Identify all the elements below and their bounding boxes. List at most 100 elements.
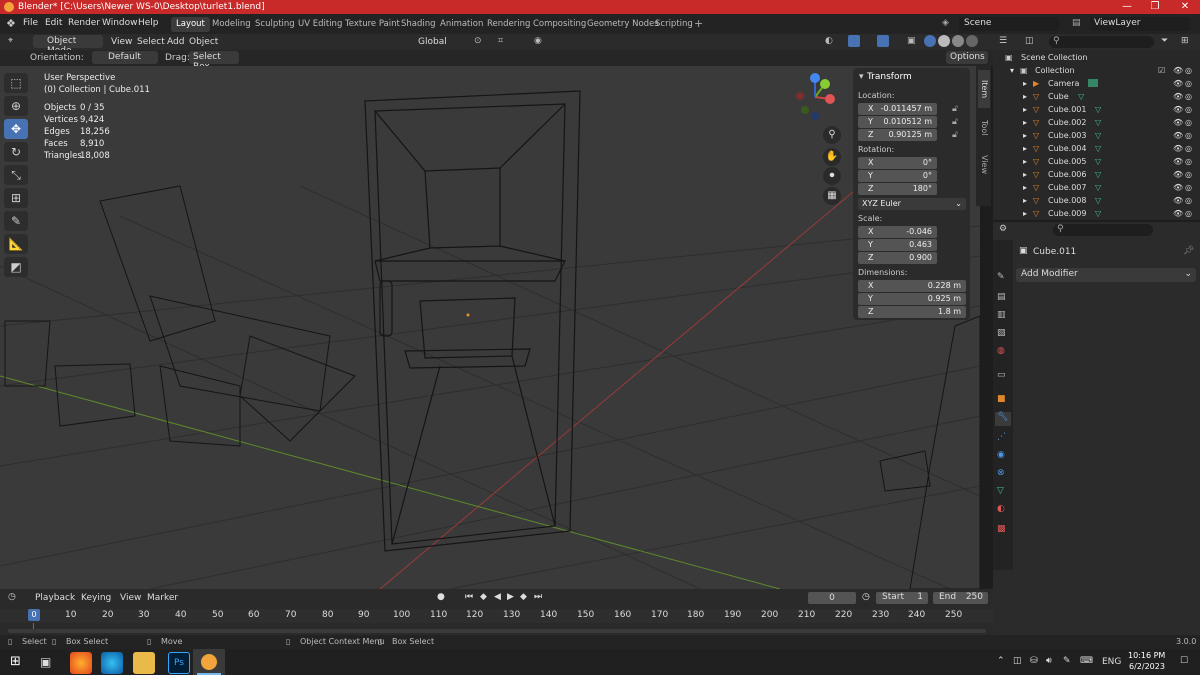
tray-chevron-icon[interactable]: ⌃: [997, 656, 1005, 666]
properties-editor-icon[interactable]: ⚙: [999, 224, 1007, 234]
snap-icon[interactable]: ⌗: [498, 36, 503, 46]
rendered-shading-icon[interactable]: [966, 35, 978, 47]
task-view-icon[interactable]: ▣: [40, 655, 51, 669]
outliner-scene-collection[interactable]: ▣ Scene Collection: [993, 51, 1200, 64]
end-frame-field[interactable]: End 250: [933, 592, 988, 604]
gizmo-toggle-icon[interactable]: [848, 35, 860, 47]
modifier-tab-icon[interactable]: 🔧︎: [995, 412, 1011, 426]
editor-type-icon[interactable]: ⌖: [8, 36, 13, 46]
tab-animation[interactable]: Animation: [435, 17, 488, 32]
outliner-item[interactable]: ▸ ▽ Cube.001 ▽ 👁︎ ◎: [993, 103, 1200, 116]
object-tab-icon[interactable]: ■: [997, 394, 1006, 404]
scene-name-field[interactable]: Scene: [964, 18, 991, 28]
timeline-menu-keying[interactable]: Keying: [81, 593, 111, 603]
prev-keyframe-icon[interactable]: ◆: [480, 592, 487, 602]
blender-menu-icon[interactable]: ❖: [6, 17, 16, 30]
timeline-scrollbar[interactable]: [8, 629, 986, 633]
pin-icon[interactable]: 📌︎: [1183, 246, 1194, 256]
vp-menu-view[interactable]: View: [111, 37, 132, 47]
constraints-tab-icon[interactable]: ⊗: [997, 468, 1005, 478]
keyboard-icon[interactable]: ⌨: [1080, 656, 1093, 666]
particles-tab-icon[interactable]: ⋰: [997, 432, 1006, 442]
scale-z-field[interactable]: Z 0.900: [858, 252, 937, 264]
dimension-y-field[interactable]: Y 0.925 m: [858, 293, 966, 305]
jump-start-icon[interactable]: ⏮: [465, 592, 473, 602]
timeline-menu-playback[interactable]: Playback: [35, 593, 75, 603]
preview-range-icon[interactable]: ◷: [862, 592, 870, 602]
outliner-item[interactable]: ▸ ▽ Cube.005 ▽ 👁︎ ◎: [993, 155, 1200, 168]
navigation-gizmo[interactable]: [790, 72, 840, 122]
select-box-tool-icon[interactable]: ⬚: [4, 73, 28, 93]
timeline-menu-marker[interactable]: Marker: [147, 593, 178, 603]
xray-icon[interactable]: ▣: [907, 36, 916, 46]
rotation-y-field[interactable]: Y 0°: [858, 170, 937, 182]
tab-scripting[interactable]: Scripting: [650, 17, 698, 32]
display-mode-icon[interactable]: ◫: [1025, 36, 1034, 46]
next-keyframe-icon[interactable]: ◆: [520, 592, 527, 602]
add-modifier-button[interactable]: Add Modifier ⌄: [1016, 268, 1196, 282]
playhead[interactable]: 0: [28, 609, 40, 621]
outliner-editor-icon[interactable]: ☰: [999, 36, 1007, 46]
add-cube-tool-icon[interactable]: ◩: [4, 257, 28, 277]
rotate-tool-icon[interactable]: ↻: [4, 142, 28, 162]
tray-app-icon[interactable]: ◫: [1013, 656, 1022, 666]
volume-icon[interactable]: 🔊︎: [1046, 656, 1052, 666]
clock-time[interactable]: 10:16 PM: [1128, 651, 1165, 660]
ortho-grid-icon[interactable]: ▦: [823, 187, 841, 205]
frame-ruler[interactable]: 0 10 20 30 40 50 60 70 80 90 100 110 120…: [0, 609, 993, 623]
material-shading-icon[interactable]: [952, 35, 964, 47]
lock-icon[interactable]: 🔓︎: [952, 104, 958, 114]
outliner-item[interactable]: ▸ ▽ Cube.003 ▽ 👁︎ ◎: [993, 129, 1200, 142]
location-x-field[interactable]: X -0.011457 m: [858, 103, 937, 115]
tool-tab-icon[interactable]: ✎: [997, 272, 1005, 282]
lock-icon[interactable]: 🔓︎: [952, 130, 958, 140]
clock-date[interactable]: 6/2/2023: [1129, 662, 1165, 671]
camera-view-icon[interactable]: ⏺: [823, 167, 841, 185]
vp-menu-object[interactable]: Object: [189, 37, 218, 47]
orientation-dropdown[interactable]: Default: [108, 52, 141, 62]
menu-edit[interactable]: Edit: [45, 18, 62, 28]
zoom-icon[interactable]: ⚲: [823, 126, 841, 144]
options-dropdown[interactable]: Options: [950, 52, 985, 62]
minimize-button[interactable]: —: [1112, 0, 1142, 14]
scene-icon[interactable]: ◈: [942, 18, 949, 28]
figure-mesh[interactable]: [879, 315, 980, 589]
menu-file[interactable]: File: [23, 18, 38, 28]
outliner-item[interactable]: ▸ ▽ Cube.006 ▽ 👁︎ ◎: [993, 168, 1200, 181]
dimension-x-field[interactable]: X 0.228 m: [858, 280, 966, 292]
notifications-icon[interactable]: ☐: [1180, 656, 1188, 666]
outliner-item[interactable]: ▸ ▶ Camera 👁︎ ◎: [993, 77, 1200, 90]
tab-item[interactable]: Item: [978, 70, 990, 108]
data-tab-icon[interactable]: ▽: [997, 486, 1004, 496]
transform-orientation-dropdown[interactable]: Global: [418, 37, 447, 47]
maximize-button[interactable]: ❐: [1140, 0, 1170, 14]
properties-search-icon[interactable]: ⚲: [1057, 224, 1064, 234]
add-workspace-icon[interactable]: +: [694, 17, 703, 30]
visibility-icon[interactable]: ◐: [825, 36, 833, 46]
timeline-menu-view[interactable]: View: [120, 593, 141, 603]
outliner-search-icon[interactable]: ⚲: [1053, 36, 1060, 46]
timeline-editor-icon[interactable]: ◷: [8, 592, 16, 602]
view-layer-icon[interactable]: ▤: [1072, 18, 1081, 28]
scale-tool-icon[interactable]: ⤡: [4, 165, 28, 185]
3d-viewport[interactable]: ⬚ ⊕ ✥ ↻ ⤡ ⊞ ✎ 📐 ◩ User Perspective (0) C…: [0, 66, 980, 589]
firefox-icon[interactable]: [70, 652, 92, 674]
edge-icon[interactable]: [101, 652, 123, 674]
tab-modeling[interactable]: Modeling: [207, 17, 256, 32]
location-z-field[interactable]: Z 0.90125 m: [858, 129, 937, 141]
menu-window[interactable]: Window: [102, 18, 138, 28]
scale-x-field[interactable]: X -0.046: [858, 226, 937, 238]
start-windows-icon[interactable]: ⊞: [10, 654, 21, 669]
pan-hand-icon[interactable]: ✋: [823, 148, 841, 166]
outliner-item[interactable]: ▸ ▽ Cube.002 ▽ 👁︎ ◎: [993, 116, 1200, 129]
new-collection-icon[interactable]: ⊞: [1181, 36, 1189, 46]
outliner-item[interactable]: ▸ ▽ Cube.008 ▽ 👁︎ ◎: [993, 194, 1200, 207]
outliner-item[interactable]: ▸ ▽ Cube.007 ▽ 👁︎ ◎: [993, 181, 1200, 194]
cursor-tool-icon[interactable]: ⊕: [4, 96, 28, 116]
play-icon[interactable]: ▶: [507, 592, 514, 602]
dimension-z-field[interactable]: Z 1.8 m: [858, 306, 966, 318]
view-layer-field[interactable]: ViewLayer: [1094, 18, 1140, 28]
vp-menu-select[interactable]: Select: [137, 37, 165, 47]
play-reverse-icon[interactable]: ◀: [494, 592, 501, 602]
outliner-item[interactable]: ▸ ▽ Cube.004 ▽ 👁︎ ◎: [993, 142, 1200, 155]
